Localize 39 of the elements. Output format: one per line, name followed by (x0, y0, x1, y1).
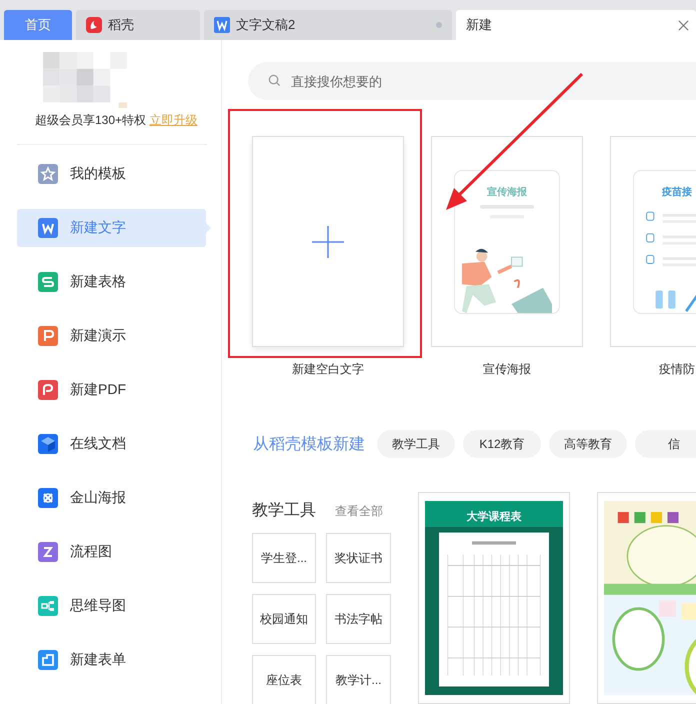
plus-icon (312, 226, 344, 258)
sidebar-item[interactable]: 新建表单 (17, 641, 206, 679)
tab[interactable]: 新建 (456, 10, 696, 40)
card-label: 疫情防 (659, 361, 695, 378)
tool-button[interactable]: 校园通知 (252, 594, 316, 644)
category-chip[interactable]: 教学工具 (377, 430, 455, 458)
category-chip[interactable]: 信 (635, 430, 696, 458)
category-title: 教学工具 (252, 501, 316, 521)
sidebar-item[interactable]: 在线文档 (17, 425, 206, 463)
preview-title: 宣传海报 (487, 185, 527, 198)
word-doc-icon (214, 17, 230, 33)
section-heading: 从稻壳模板新建 (253, 434, 365, 454)
tool-button[interactable]: 学生登... (252, 533, 316, 583)
category-chip[interactable]: K12教育 (463, 430, 541, 458)
promo-text: 超级会员享130+特权 立即升级 (35, 112, 198, 129)
tab[interactable]: 文字文稿2 (204, 10, 452, 40)
sidebar-item[interactable]: 新建PDF (17, 371, 206, 409)
card-label: 宣传海报 (483, 361, 531, 378)
sidebar-item[interactable]: 思维导图 (17, 587, 206, 625)
preview-title: 大学课程表 (466, 510, 522, 524)
tool-button[interactable]: 座位表 (252, 655, 316, 704)
preview-title: 疫苗接 (662, 186, 692, 198)
docer-logo-icon (86, 17, 102, 33)
blank-document-card[interactable] (252, 136, 404, 347)
close-icon[interactable] (678, 20, 689, 30)
sidebar-item[interactable]: 金山海报 (17, 479, 206, 517)
sidebar-item[interactable]: 流程图 (17, 533, 206, 571)
card-label: 新建空白文字 (292, 361, 364, 378)
sidebar-item[interactable]: 新建表格 (17, 263, 206, 301)
template-card[interactable]: 大学课程表 (418, 492, 570, 704)
view-all-link[interactable]: 查看全部 (335, 503, 383, 520)
tool-button[interactable]: 奖状证书 (326, 533, 391, 583)
tab[interactable]: 稻壳 (76, 10, 200, 40)
search-field[interactable]: 直接搜你想要的 (248, 62, 696, 100)
sidebar-item[interactable]: 我的模板 (17, 155, 206, 193)
tool-button[interactable]: 教学计... (326, 655, 391, 704)
category-chip[interactable]: 高等教育 (549, 430, 627, 458)
sidebar-item[interactable]: 新建演示 (17, 317, 206, 355)
tool-button[interactable]: 书法字帖 (326, 594, 391, 644)
